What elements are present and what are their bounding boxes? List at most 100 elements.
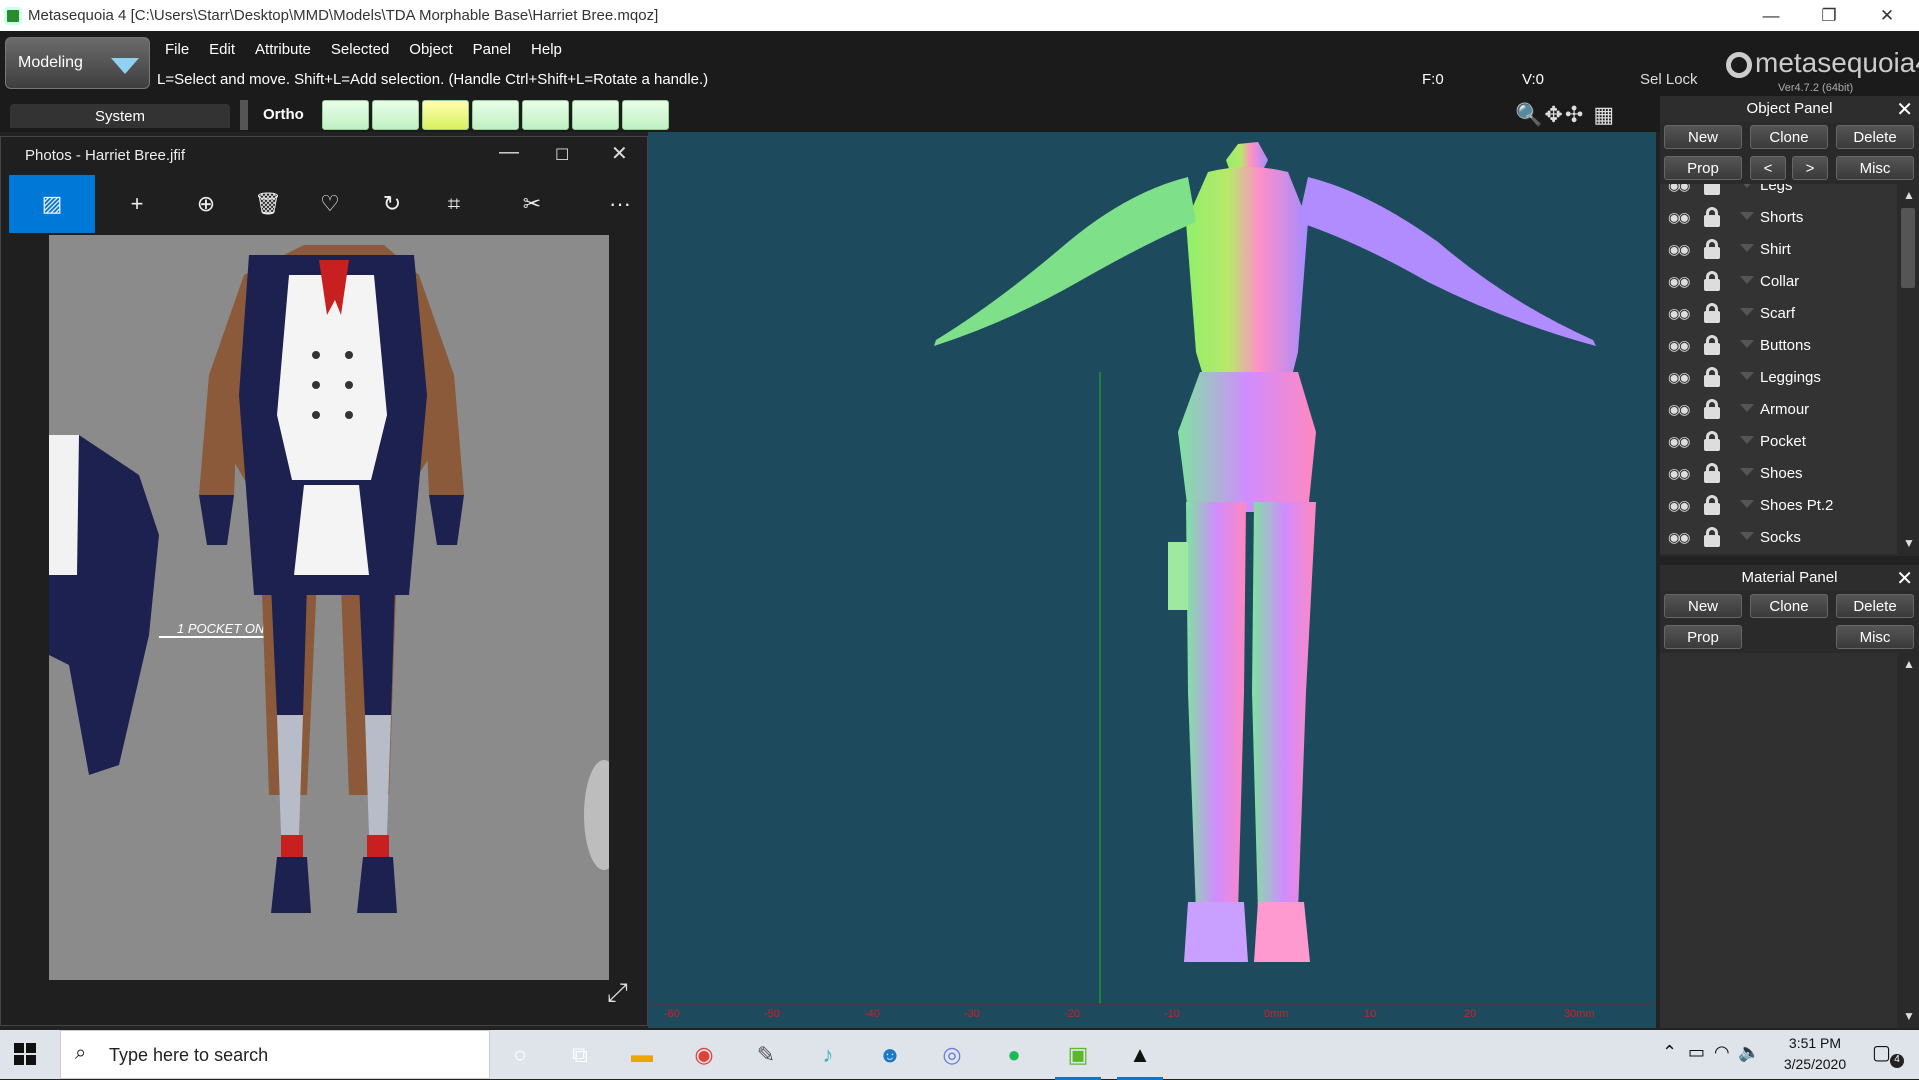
object-prev-button[interactable]: < <box>1750 156 1786 180</box>
photos-minimize-button[interactable]: — <box>499 141 519 164</box>
object-row[interactable]: ◉◉ Armour <box>1660 394 1897 426</box>
collapse-arrow-icon[interactable] <box>1740 436 1754 444</box>
favorite-icon[interactable]: ♡ <box>305 175 355 233</box>
image-icon[interactable]: ▨ <box>9 175 95 233</box>
collapse-arrow-icon[interactable] <box>1740 184 1754 188</box>
collapse-arrow-icon[interactable] <box>1740 404 1754 412</box>
collapse-arrow-icon[interactable] <box>1740 372 1754 380</box>
scroll-down-icon[interactable]: ▼ <box>1903 536 1915 550</box>
object-row[interactable]: ◉◉ Shoes <box>1660 458 1897 490</box>
collapse-arrow-icon[interactable] <box>1740 500 1754 508</box>
object-row[interactable]: ◉◉ Collar <box>1660 266 1897 298</box>
new-material-button[interactable]: New <box>1664 594 1742 618</box>
photos-taskbar-icon[interactable]: ▲ <box>1117 1038 1163 1080</box>
visibility-eye-icon[interactable]: ◉◉ <box>1668 497 1692 515</box>
zoom-icon[interactable]: 🔍 <box>1515 102 1544 127</box>
visibility-eye-icon[interactable]: ◉◉ <box>1668 401 1692 419</box>
lock-icon[interactable] <box>1704 303 1720 323</box>
visibility-eye-icon[interactable]: ◉◉ <box>1668 529 1692 547</box>
object-row[interactable]: ◉◉ Scarf <box>1660 298 1897 330</box>
volume-icon[interactable]: 🔈 <box>1738 1042 1760 1063</box>
object-list-scrollbar[interactable]: ▲ ▼ <box>1897 184 1919 554</box>
clone-material-button[interactable]: Clone <box>1750 594 1828 618</box>
object-prop-button[interactable]: Prop <box>1664 156 1742 180</box>
mode-dropdown[interactable]: Modeling <box>5 37 150 89</box>
close-button[interactable]: ✕ <box>1858 0 1916 31</box>
lock-icon[interactable] <box>1704 495 1720 515</box>
file-explorer-icon[interactable]: ▬ <box>625 1038 659 1072</box>
lock-icon[interactable] <box>1704 271 1720 291</box>
task-view-icon[interactable]: ⧉ <box>563 1038 597 1072</box>
zoom-icon[interactable]: ⊕ <box>181 175 231 233</box>
crop-icon[interactable]: ⌗ <box>429 175 479 233</box>
menu-edit[interactable]: Edit <box>199 37 245 63</box>
close-icon[interactable]: ✕ <box>1896 97 1913 122</box>
sel-lock-toggle[interactable]: Sel Lock <box>1640 71 1698 88</box>
menu-help[interactable]: Help <box>521 37 572 63</box>
object-row[interactable]: ◉◉ Shirt <box>1660 234 1897 266</box>
lock-icon[interactable] <box>1704 335 1720 355</box>
menu-object[interactable]: Object <box>399 37 462 63</box>
edit-create-icon[interactable]: ✂ <box>507 175 557 233</box>
collapse-arrow-icon[interactable] <box>1740 276 1754 284</box>
delete-object-button[interactable]: Delete <box>1836 125 1914 149</box>
lock-icon[interactable] <box>1704 184 1720 195</box>
material-misc-button[interactable]: Misc <box>1836 625 1914 649</box>
tab-system[interactable]: System <box>10 104 230 128</box>
collapse-arrow-icon[interactable] <box>1740 244 1754 252</box>
new-object-button[interactable]: New <box>1664 125 1742 149</box>
3d-viewport[interactable]: -60 -50 -40 -30 -20 -10 0mm 10 20 30mm <box>648 132 1656 1028</box>
lock-icon[interactable] <box>1704 239 1720 259</box>
object-row[interactable]: ◉◉ Shorts <box>1660 202 1897 234</box>
display-texture-button[interactable] <box>522 100 569 130</box>
object-row[interactable]: ◉◉ Leggings <box>1660 362 1897 394</box>
rotate-icon[interactable]: ↻ <box>367 175 417 233</box>
display-bone-button[interactable] <box>572 100 619 130</box>
display-refresh-button[interactable] <box>622 100 669 130</box>
more-icon[interactable]: ··· <box>595 175 645 233</box>
metasequoia-taskbar-icon[interactable]: ▣ <box>1055 1038 1101 1080</box>
photos-close-button[interactable]: ✕ <box>611 141 628 166</box>
chevron-up-icon[interactable]: ⌃ <box>1662 1042 1677 1063</box>
visibility-eye-icon[interactable]: ◉◉ <box>1668 241 1692 259</box>
add-icon[interactable]: + <box>112 175 162 233</box>
scroll-up-icon[interactable]: ▲ <box>1903 188 1915 202</box>
spotify-icon[interactable]: ● <box>997 1038 1031 1072</box>
object-row[interactable]: ◉◉ Shoes Pt.2 <box>1660 490 1897 522</box>
material-list-scrollbar[interactable]: ▲ ▼ <box>1897 653 1919 1028</box>
menu-file[interactable]: File <box>155 37 199 63</box>
display-face-button[interactable] <box>422 100 469 130</box>
object-row[interactable]: ◉◉ Buttons <box>1660 330 1897 362</box>
menu-selected[interactable]: Selected <box>321 37 399 63</box>
lock-icon[interactable] <box>1704 207 1720 227</box>
object-row[interactable]: ◉◉ Socks <box>1660 522 1897 554</box>
lock-icon[interactable] <box>1704 367 1720 387</box>
minimize-button[interactable]: — <box>1742 0 1800 31</box>
collapse-arrow-icon[interactable] <box>1740 532 1754 540</box>
layout-icon[interactable]: ▦ <box>1593 102 1616 127</box>
delete-material-button[interactable]: Delete <box>1836 594 1914 618</box>
wifi-icon[interactable]: ◠ <box>1714 1042 1730 1063</box>
object-row[interactable]: ◉◉ Legs <box>1660 184 1897 202</box>
menu-panel[interactable]: Panel <box>463 37 521 63</box>
object-misc-button[interactable]: Misc <box>1836 156 1914 180</box>
display-shading-button[interactable] <box>472 100 519 130</box>
visibility-eye-icon[interactable]: ◉◉ <box>1668 369 1692 387</box>
cortana-icon[interactable]: ○ <box>503 1038 537 1072</box>
miku-app-icon[interactable]: ♪ <box>811 1038 845 1072</box>
object-row[interactable]: ◉◉ Pocket <box>1660 426 1897 458</box>
material-prop-button[interactable]: Prop <box>1664 625 1742 649</box>
lock-icon[interactable] <box>1704 431 1720 451</box>
lock-icon[interactable] <box>1704 527 1720 547</box>
taskbar-search-box[interactable]: ⌕ Type here to search <box>60 1030 490 1079</box>
collapse-arrow-icon[interactable] <box>1740 340 1754 348</box>
clock[interactable]: 3:51 PM 3/25/2020 <box>1765 1033 1865 1075</box>
notification-icon[interactable]: ▢ <box>1872 1040 1891 1065</box>
visibility-eye-icon[interactable]: ◉◉ <box>1668 433 1692 451</box>
scroll-up-icon[interactable]: ▲ <box>1903 657 1915 671</box>
close-icon[interactable]: ✕ <box>1896 566 1913 591</box>
character-app-icon[interactable]: ☻ <box>873 1038 907 1072</box>
battery-icon[interactable]: ▭ <box>1688 1042 1705 1063</box>
visibility-eye-icon[interactable]: ◉◉ <box>1668 305 1692 323</box>
chrome-icon[interactable]: ◉ <box>687 1038 721 1072</box>
